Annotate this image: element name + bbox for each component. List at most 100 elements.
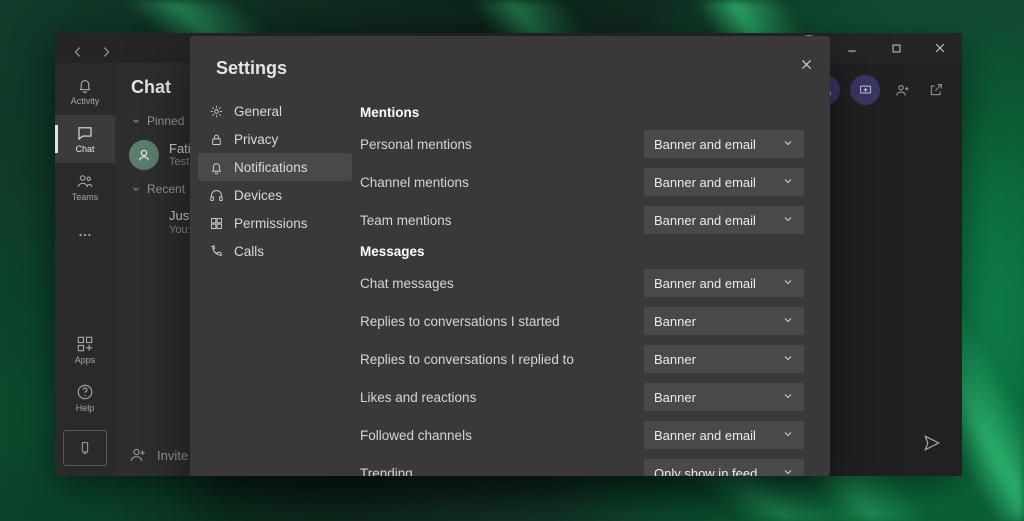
dropdown-value: Banner and email [654, 137, 756, 152]
headset-icon [208, 187, 224, 203]
dropdown-personal-mentions[interactable]: Banner and email [644, 130, 804, 158]
settings-title: Settings [190, 36, 830, 93]
dropdown-chat-messages[interactable]: Banner and email [644, 269, 804, 297]
send-button[interactable] [922, 433, 942, 458]
chevron-down-icon [782, 390, 794, 405]
window-close-button[interactable] [918, 33, 962, 63]
setting-row-likes-reactions: Likes and reactions Banner [360, 383, 804, 411]
bell-icon [76, 76, 94, 94]
dropdown-value: Banner [654, 390, 696, 405]
rail-item-more[interactable] [55, 211, 115, 259]
rail-label: Apps [75, 355, 96, 365]
dropdown-value: Only show in feed [654, 466, 757, 477]
dropdown-value: Banner [654, 352, 696, 367]
dropdown-replies-started[interactable]: Banner [644, 307, 804, 335]
dropdown-trending[interactable]: Only show in feed [644, 459, 804, 476]
teams-icon [76, 172, 94, 190]
dropdown-value: Banner and email [654, 213, 756, 228]
chevron-down-icon [782, 428, 794, 443]
rail-label: Teams [72, 192, 99, 202]
add-people-button[interactable] [890, 78, 914, 102]
dropdown-value: Banner and email [654, 428, 756, 443]
nav-label: Privacy [234, 132, 278, 147]
nav-label: General [234, 104, 282, 119]
nav-back-button[interactable] [67, 41, 89, 63]
app-rail: Activity Chat Teams [55, 63, 115, 476]
more-icon [76, 226, 94, 244]
avatar [129, 140, 159, 170]
popout-button[interactable] [924, 78, 948, 102]
dropdown-followed-channels[interactable]: Banner and email [644, 421, 804, 449]
setting-row-channel-mentions: Channel mentions Banner and email [360, 168, 804, 196]
dropdown-team-mentions[interactable]: Banner and email [644, 206, 804, 234]
lock-icon [208, 131, 224, 147]
window-minimize-button[interactable] [830, 33, 874, 63]
group-label: Pinned [147, 114, 184, 128]
chevron-down-icon [782, 137, 794, 152]
setting-row-personal-mentions: Personal mentions Banner and email [360, 130, 804, 158]
chevron-down-icon [782, 352, 794, 367]
rail-item-help[interactable]: Help [55, 374, 115, 422]
nav-label: Devices [234, 188, 282, 203]
rail-item-apps[interactable]: Apps [55, 326, 115, 374]
chat-icon [76, 124, 94, 142]
chevron-down-icon [782, 466, 794, 477]
rail-item-teams[interactable]: Teams [55, 163, 115, 211]
setting-label: Team mentions [360, 213, 644, 228]
settings-nav-privacy[interactable]: Privacy [198, 125, 352, 153]
gear-icon [208, 103, 224, 119]
dropdown-value: Banner [654, 314, 696, 329]
window-maximize-button[interactable] [874, 33, 918, 63]
setting-label: Trending [360, 466, 644, 477]
chevron-down-icon [782, 175, 794, 190]
history-nav [67, 41, 117, 63]
setting-label: Chat messages [360, 276, 644, 291]
chevron-down-icon [131, 116, 141, 126]
setting-label: Channel mentions [360, 175, 644, 190]
settings-nav-calls[interactable]: Calls [198, 237, 352, 265]
rail-item-chat[interactable]: Chat [55, 115, 115, 163]
setting-row-followed-channels: Followed channels Banner and email [360, 421, 804, 449]
setting-label: Personal mentions [360, 137, 644, 152]
screen-share-button[interactable] [850, 75, 880, 105]
invite-icon [129, 446, 147, 464]
settings-nav: General Privacy Notifications Devices Pe… [190, 93, 360, 476]
settings-content: Mentions Personal mentions Banner and em… [360, 93, 830, 476]
settings-nav-notifications[interactable]: Notifications [198, 153, 352, 181]
rail-device-button[interactable] [63, 430, 107, 466]
phone-icon [208, 243, 224, 259]
group-label: Recent [147, 182, 185, 196]
rail-label: Activity [71, 96, 100, 106]
dropdown-likes-reactions[interactable]: Banner [644, 383, 804, 411]
setting-row-team-mentions: Team mentions Banner and email [360, 206, 804, 234]
setting-label: Followed channels [360, 428, 644, 443]
nav-label: Permissions [234, 216, 308, 231]
settings-nav-general[interactable]: General [198, 97, 352, 125]
dropdown-replies-replied[interactable]: Banner [644, 345, 804, 373]
dropdown-value: Banner and email [654, 175, 756, 190]
grid-icon [208, 215, 224, 231]
dropdown-channel-mentions[interactable]: Banner and email [644, 168, 804, 196]
section-messages-title: Messages [360, 244, 804, 259]
chevron-down-icon [782, 213, 794, 228]
dropdown-value: Banner and email [654, 276, 756, 291]
nav-forward-button[interactable] [95, 41, 117, 63]
chevron-down-icon [782, 314, 794, 329]
setting-label: Replies to conversations I replied to [360, 352, 644, 367]
close-icon [800, 58, 813, 71]
section-mentions-title: Mentions [360, 105, 804, 120]
nav-label: Notifications [234, 160, 308, 175]
setting-row-replies-replied: Replies to conversations I replied to Ba… [360, 345, 804, 373]
chevron-down-icon [131, 184, 141, 194]
rail-label: Help [76, 403, 95, 413]
settings-nav-devices[interactable]: Devices [198, 181, 352, 209]
bell-icon [208, 159, 224, 175]
settings-nav-permissions[interactable]: Permissions [198, 209, 352, 237]
rail-label: Chat [75, 144, 94, 154]
settings-dialog: Settings General Privacy Notifications D… [190, 36, 830, 476]
setting-label: Replies to conversations I started [360, 314, 644, 329]
rail-item-activity[interactable]: Activity [55, 67, 115, 115]
setting-label: Likes and reactions [360, 390, 644, 405]
close-button[interactable] [792, 50, 820, 78]
apps-icon [76, 335, 94, 353]
